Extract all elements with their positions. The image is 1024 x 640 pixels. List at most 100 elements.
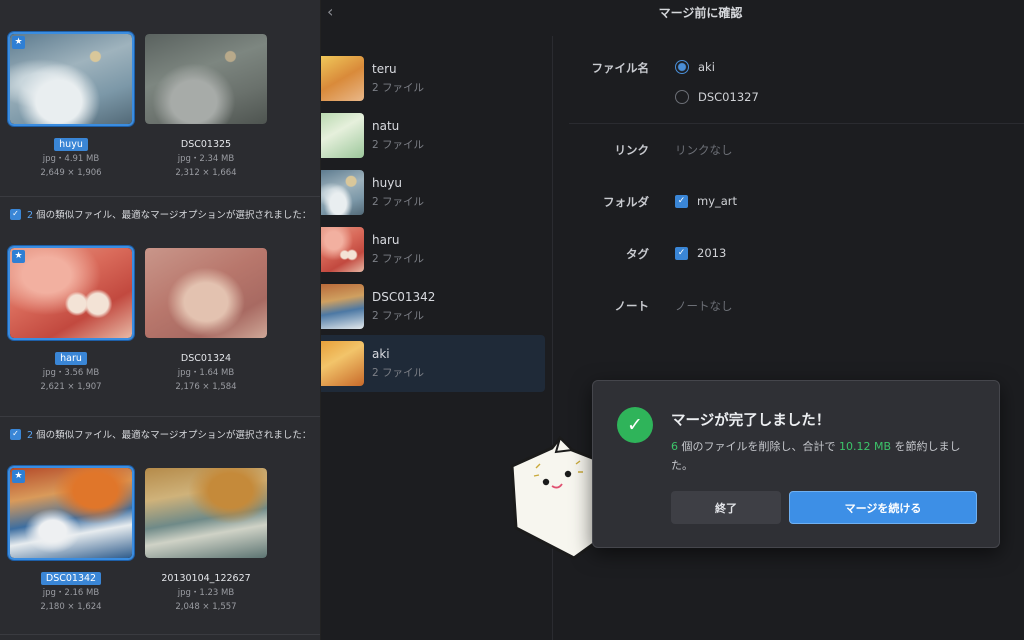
filename-option-1[interactable]: DSC01327 xyxy=(675,90,759,104)
file-count: 2 ファイル xyxy=(372,139,425,151)
image-size: jpg・1.23 MB xyxy=(177,588,235,598)
image-caption: DSC01342 jpg・2.16 MB 2,180 × 1,624 xyxy=(8,572,134,614)
message-text: 個のファイルを削除し、合計で xyxy=(678,440,839,453)
image-size: jpg・1.64 MB xyxy=(177,368,235,378)
file-list-item[interactable]: haru 2 ファイル xyxy=(321,221,545,278)
selected-image-thumbnail[interactable]: ★ xyxy=(8,466,134,560)
top-bar: ‹ マージ前に確認 xyxy=(321,0,1024,24)
radio-empty-icon[interactable] xyxy=(675,90,689,104)
image-dimensions: 2,180 × 1,624 xyxy=(40,602,102,612)
divider xyxy=(0,196,320,197)
tag-option[interactable]: ✓ 2013 xyxy=(675,246,726,260)
image-name: 20130104_122627 xyxy=(161,573,251,584)
folder-value: my_art xyxy=(697,194,738,208)
link-label: リンク xyxy=(614,143,650,157)
radio-selected-icon[interactable] xyxy=(675,60,689,74)
dialog-message: 6 個のファイルを削除し、合計で 10.12 MB を節約しました。 xyxy=(671,437,981,475)
checkbox-checked-icon[interactable]: ✓ xyxy=(675,246,688,260)
divider xyxy=(569,123,1024,124)
file-name: teru xyxy=(372,62,397,76)
artwork-image xyxy=(145,34,267,124)
file-count: 2 ファイル xyxy=(372,310,425,322)
selected-image-thumbnail[interactable]: ★ xyxy=(8,32,134,126)
image-dimensions: 2,312 × 1,664 xyxy=(175,168,237,178)
file-name: natu xyxy=(372,119,400,133)
divider xyxy=(0,634,320,635)
group-header-text: 個の類似ファイル、最適なマージオプションが選択されました： xyxy=(33,430,312,441)
image-dimensions: 2,621 × 1,907 xyxy=(40,382,102,392)
image-name: DSC01342 xyxy=(40,572,102,585)
file-list-item[interactable]: DSC01342 2 ファイル xyxy=(321,278,545,335)
divider xyxy=(0,416,320,417)
image-size: jpg・4.91 MB xyxy=(42,154,100,164)
image-thumbnail[interactable] xyxy=(143,466,269,560)
image-name: huyu xyxy=(54,138,88,151)
checkbox-checked-icon[interactable]: ✓ xyxy=(10,208,21,220)
artwork-image xyxy=(10,248,132,338)
image-caption: DSC01325 jpg・2.34 MB 2,312 × 1,664 xyxy=(143,138,269,180)
file-list-item[interactable]: natu 2 ファイル xyxy=(321,107,545,164)
filename-label: ファイル名 xyxy=(591,61,650,75)
similar-files-panel: ★ huyu jpg・4.91 MB 2,649 × 1,906 DSC01325 jpg… xyxy=(0,0,321,640)
note-value: ノートなし xyxy=(675,299,733,313)
file-name: DSC01342 xyxy=(372,290,436,304)
file-name: aki xyxy=(372,347,390,361)
file-thumbnail xyxy=(321,284,364,329)
file-name: haru xyxy=(372,233,400,247)
filename-option-label: DSC01327 xyxy=(698,90,759,104)
link-value: リンクなし xyxy=(675,143,733,157)
file-thumbnail xyxy=(321,170,364,215)
file-count: 2 ファイル xyxy=(372,82,425,94)
finish-button[interactable]: 終了 xyxy=(671,491,781,524)
file-thumbnail xyxy=(321,56,364,101)
star-icon: ★ xyxy=(12,470,25,483)
artwork-image xyxy=(145,248,267,338)
image-caption: haru jpg・3.56 MB 2,621 × 1,907 xyxy=(8,352,134,394)
merge-complete-dialog: ✓ マージが完了しました！ 6 個のファイルを削除し、合計で 10.12 MB … xyxy=(592,380,1000,548)
artwork-image xyxy=(10,468,132,558)
tag-label: タグ xyxy=(626,247,649,261)
file-count: 2 ファイル xyxy=(372,253,425,265)
image-name: haru xyxy=(55,352,87,365)
image-thumbnail[interactable] xyxy=(143,246,269,340)
group-header[interactable]: ✓ 2 個の類似ファイル、最適なマージオプションが選択されました： xyxy=(10,426,311,442)
folder-option[interactable]: ✓ my_art xyxy=(675,194,737,208)
file-count: 2 ファイル xyxy=(372,196,425,208)
image-size: jpg・3.56 MB xyxy=(42,368,100,378)
image-dimensions: 2,176 × 1,584 xyxy=(175,382,237,392)
artwork-image xyxy=(145,468,267,558)
selected-image-thumbnail[interactable]: ★ xyxy=(8,246,134,340)
merge-file-list: teru 2 ファイル natu 2 ファイル huyu 2 ファイル haru 2 ファイル… xyxy=(321,50,545,392)
file-thumbnail xyxy=(321,113,364,158)
checkbox-checked-icon[interactable]: ✓ xyxy=(10,428,21,440)
note-label: ノート xyxy=(614,299,650,313)
deleted-count: 6 xyxy=(671,440,678,453)
continue-merge-button[interactable]: マージを続ける xyxy=(789,491,977,524)
checkbox-checked-icon[interactable]: ✓ xyxy=(675,194,688,208)
file-name: huyu xyxy=(372,176,402,190)
file-list-item[interactable]: huyu 2 ファイル xyxy=(321,164,545,221)
filename-option-0[interactable]: aki xyxy=(675,60,715,74)
dialog-title: マージが完了しました！ xyxy=(671,413,831,429)
artwork-image xyxy=(10,34,132,124)
image-dimensions: 2,048 × 1,557 xyxy=(175,602,237,612)
image-caption: DSC01324 jpg・1.64 MB 2,176 × 1,584 xyxy=(143,352,269,394)
file-list-item[interactable]: aki 2 ファイル xyxy=(321,335,545,392)
saved-size: 10.12 MB xyxy=(839,440,892,453)
star-icon: ★ xyxy=(12,250,25,263)
image-size: jpg・2.34 MB xyxy=(177,154,235,164)
image-size: jpg・2.16 MB xyxy=(42,588,100,598)
tag-value: 2013 xyxy=(697,246,727,260)
image-name: DSC01324 xyxy=(180,353,232,364)
image-thumbnail[interactable] xyxy=(143,32,269,126)
file-list-item[interactable]: teru 2 ファイル xyxy=(321,50,545,107)
image-caption: 20130104_122627 jpg・1.23 MB 2,048 × 1,557 xyxy=(143,572,269,614)
image-dimensions: 2,649 × 1,906 xyxy=(40,168,102,178)
file-thumbnail xyxy=(321,341,364,386)
group-header-text: 個の類似ファイル、最適なマージオプションが選択されました： xyxy=(33,210,312,221)
file-count: 2 ファイル xyxy=(372,367,425,379)
folder-label: フォルダ xyxy=(603,195,649,209)
group-header[interactable]: ✓ 2 個の類似ファイル、最適なマージオプションが選択されました： xyxy=(10,206,311,222)
star-icon: ★ xyxy=(12,36,25,49)
image-name: DSC01325 xyxy=(180,139,232,150)
